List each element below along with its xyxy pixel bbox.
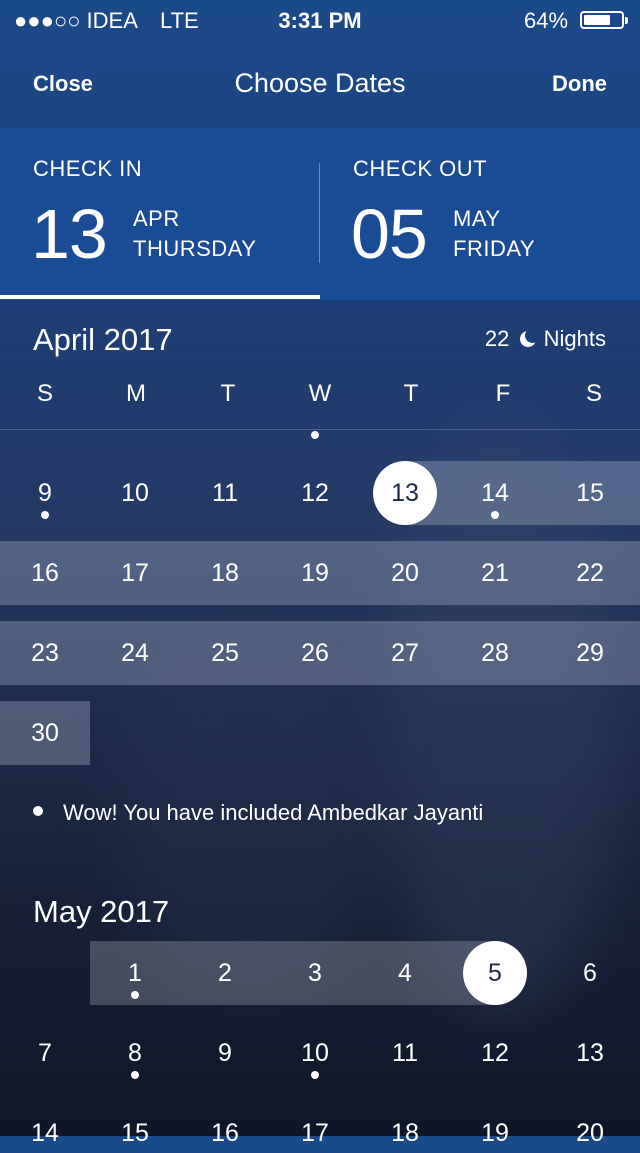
calendar-day[interactable]: 24 bbox=[103, 633, 167, 673]
calendar-day[interactable]: 23 bbox=[13, 633, 77, 673]
weekday-label: M bbox=[126, 380, 146, 407]
done-button[interactable]: Done bbox=[552, 71, 607, 97]
check-in-weekday: THURSDAY bbox=[133, 236, 257, 261]
calendar-day[interactable]: 14 bbox=[463, 473, 527, 513]
calendar-day[interactable]: 10 bbox=[103, 473, 167, 513]
month-title-april: April 2017 bbox=[33, 322, 173, 357]
holiday-dot bbox=[131, 1071, 139, 1079]
calendar-day[interactable]: 20 bbox=[373, 553, 437, 593]
bullet-icon bbox=[33, 806, 43, 817]
calendar-day[interactable]: 17 bbox=[103, 553, 167, 593]
calendar-day[interactable]: 8 bbox=[103, 1033, 167, 1073]
check-out-day-selected[interactable]: 5 bbox=[463, 941, 527, 1005]
calendar-day[interactable]: 11 bbox=[373, 1033, 437, 1073]
check-out-label: CHECK OUT bbox=[353, 156, 488, 181]
calendar-day[interactable]: 13 bbox=[558, 1033, 622, 1073]
nights-label: Nights bbox=[543, 326, 606, 351]
nights-number: 22 bbox=[484, 326, 510, 351]
check-out-day: 05 bbox=[351, 195, 428, 273]
battery-percent: 64% bbox=[524, 8, 569, 33]
weekday-label: W bbox=[308, 380, 332, 407]
calendar-day[interactable]: 14 bbox=[13, 1113, 77, 1153]
calendar-day[interactable]: 10 bbox=[283, 1033, 347, 1073]
calendar-day[interactable]: 15 bbox=[558, 473, 622, 513]
calendar-day[interactable]: 16 bbox=[13, 553, 77, 593]
weekday-label: S bbox=[585, 380, 602, 407]
calendar-day[interactable]: 29 bbox=[558, 633, 622, 673]
check-in-day-selected[interactable]: 13 bbox=[373, 461, 437, 525]
calendar-day[interactable]: 1 bbox=[103, 953, 167, 993]
calendar-day[interactable]: 25 bbox=[193, 633, 257, 673]
calendar-day[interactable]: 19 bbox=[283, 553, 347, 593]
calendar-day[interactable]: 9 bbox=[13, 473, 77, 513]
divider bbox=[0, 429, 640, 430]
calendar-day[interactable]: 18 bbox=[193, 553, 257, 593]
check-out-month: MAY bbox=[453, 206, 501, 231]
calendar-day[interactable]: 21 bbox=[463, 553, 527, 593]
holiday-dot bbox=[311, 1071, 319, 1079]
calendar-day[interactable]: 7 bbox=[13, 1033, 77, 1073]
weekday-label: T bbox=[403, 380, 419, 407]
weekday-header: S M T W T F S bbox=[0, 380, 640, 416]
calendar-day[interactable]: 22 bbox=[558, 553, 622, 593]
calendar-day[interactable]: 28 bbox=[463, 633, 527, 673]
calendar-day[interactable]: 16 bbox=[193, 1113, 257, 1153]
holiday-dot bbox=[311, 431, 319, 439]
calendar-day[interactable]: 11 bbox=[193, 473, 257, 513]
calendar-day[interactable]: 19 bbox=[463, 1113, 527, 1153]
calendar-day[interactable]: 12 bbox=[463, 1033, 527, 1073]
check-in-month: APR bbox=[133, 206, 180, 231]
calendar-day[interactable]: 26 bbox=[283, 633, 347, 673]
check-in-tab[interactable]: CHECK IN 13 APR THURSDAY bbox=[0, 128, 320, 300]
date-summary-panel: CHECK IN 13 APR THURSDAY CHECK OUT 05 MA… bbox=[0, 128, 640, 300]
status-bar: ●●●○○ IDEA LTE 3:31 PM 64% bbox=[0, 0, 640, 40]
nights-count: 22 Nights bbox=[485, 326, 606, 352]
check-out-weekday: FRIDAY bbox=[453, 236, 536, 261]
navigation-bar: Close Choose Dates Done bbox=[0, 40, 640, 128]
holiday-note: Wow! You have included Ambedkar Jayanti bbox=[33, 800, 483, 826]
page-title: Choose Dates bbox=[234, 68, 406, 98]
holiday-note-text: Wow! You have included Ambedkar Jayanti bbox=[63, 800, 484, 825]
calendar-day[interactable]: 15 bbox=[103, 1113, 167, 1153]
calendar-day[interactable]: 18 bbox=[373, 1113, 437, 1153]
weekday-label: F bbox=[495, 380, 511, 407]
month-title-may: May 2017 bbox=[33, 894, 170, 929]
calendar-day[interactable]: 3 bbox=[283, 953, 347, 993]
weekday-label: T bbox=[220, 380, 236, 407]
check-in-label: CHECK IN bbox=[33, 156, 143, 181]
calendar-day[interactable]: 2 bbox=[193, 953, 257, 993]
calendar-day[interactable]: 27 bbox=[373, 633, 437, 673]
moon-icon bbox=[519, 328, 540, 347]
calendar-day[interactable]: 20 bbox=[558, 1113, 622, 1153]
battery-icon bbox=[580, 11, 628, 29]
active-tab-indicator bbox=[0, 295, 320, 299]
holiday-dot bbox=[131, 991, 139, 999]
holiday-dot bbox=[491, 511, 499, 519]
calendar-day[interactable]: 9 bbox=[193, 1033, 257, 1073]
calendar-day[interactable]: 4 bbox=[373, 953, 437, 993]
check-out-tab[interactable]: CHECK OUT 05 MAY FRIDAY bbox=[320, 128, 640, 300]
calendar-day[interactable]: 12 bbox=[283, 473, 347, 513]
calendar-day[interactable]: 17 bbox=[283, 1113, 347, 1153]
calendar-day[interactable]: 30 bbox=[13, 713, 77, 753]
weekday-label: S bbox=[36, 380, 53, 407]
calendar-day[interactable]: 6 bbox=[558, 953, 622, 993]
holiday-dot bbox=[41, 511, 49, 519]
check-in-day: 13 bbox=[31, 195, 108, 273]
